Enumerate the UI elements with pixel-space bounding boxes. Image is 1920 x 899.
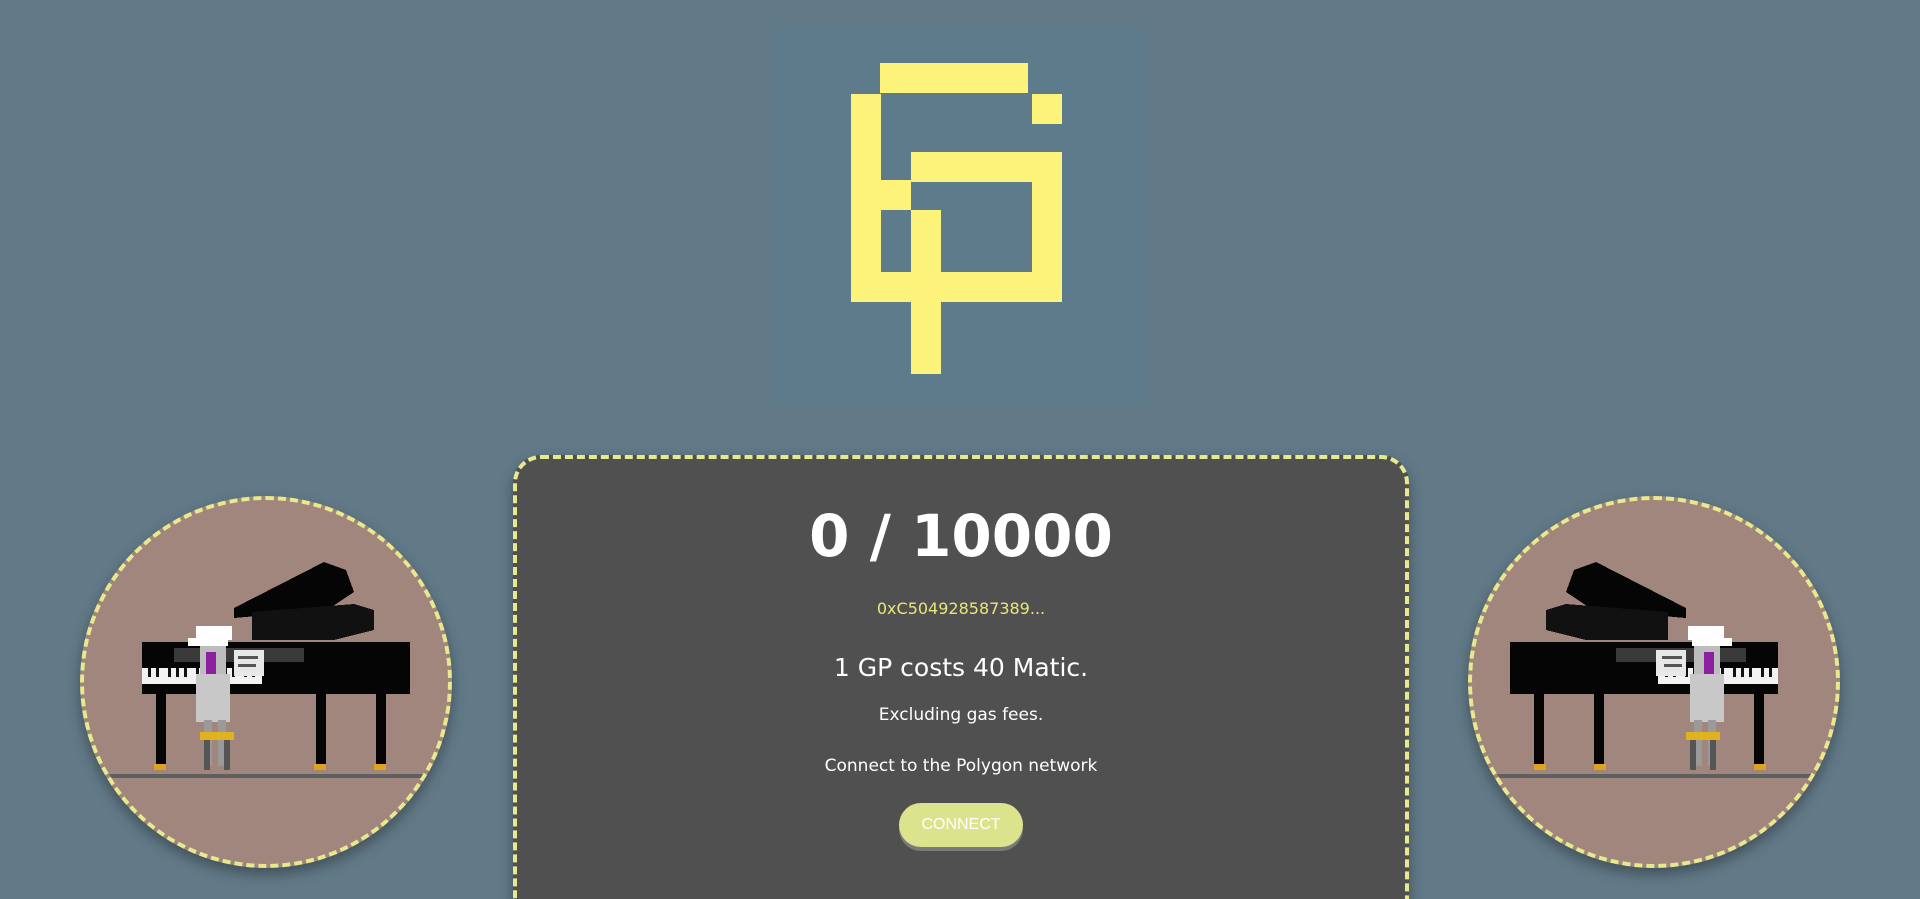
- avatar-right: [1468, 496, 1840, 868]
- gas-note: Excluding gas fees.: [878, 705, 1044, 725]
- mint-card: 0 / 10000 0xC504928587389... 1 GP costs …: [513, 455, 1409, 899]
- piano-player-icon: [84, 562, 448, 778]
- avatar-left: [80, 496, 452, 868]
- connect-button[interactable]: CONNECT: [899, 803, 1023, 847]
- network-note: Connect to the Polygon network: [824, 756, 1098, 776]
- mint-counter: 0 / 10000: [809, 502, 1113, 570]
- contract-address[interactable]: 0xC504928587389...: [517, 599, 1405, 618]
- gp-pixel-logo-icon: [851, 63, 1062, 374]
- gp-logo: [776, 28, 1146, 406]
- mint-page: 0 / 10000 0xC504928587389... 1 GP costs …: [0, 0, 1920, 899]
- mint-cost: 1 GP costs 40 Matic.: [833, 653, 1089, 682]
- piano-player-icon: [1472, 562, 1836, 778]
